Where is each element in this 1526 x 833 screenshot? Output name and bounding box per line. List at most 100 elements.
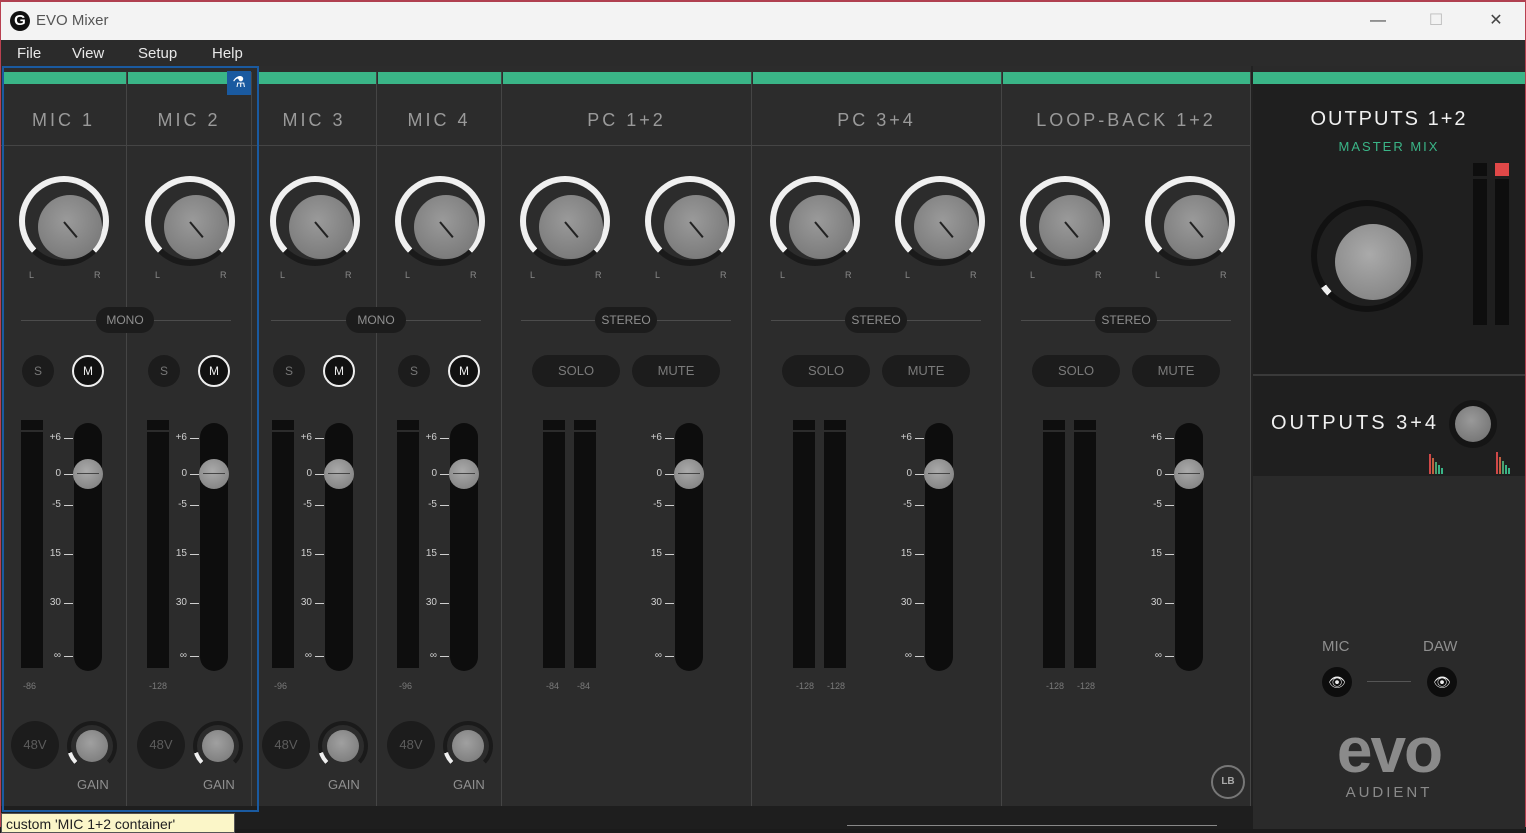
fader-scale-label: 30 (650, 597, 662, 608)
fader-knob[interactable] (324, 459, 354, 489)
mode-badge[interactable]: STEREO (1095, 307, 1157, 333)
mute-button[interactable]: M (198, 355, 230, 387)
pan-knob[interactable] (645, 176, 735, 266)
minimize-button[interactable]: — (1355, 8, 1401, 34)
mode-badge[interactable]: MONO (346, 307, 406, 333)
fader-tick (665, 505, 674, 506)
menu-bar: File View Setup Help (1, 40, 1525, 66)
gain-knob[interactable] (67, 721, 117, 771)
fader-tick (665, 438, 674, 439)
fader-knob[interactable] (1174, 459, 1204, 489)
mode-badge[interactable]: MONO (96, 307, 154, 333)
fader-scale-label: ∞ (1154, 650, 1162, 661)
solo-button[interactable]: SOLO (532, 355, 620, 387)
outputs-group-bar (1253, 72, 1525, 84)
solo-button[interactable]: SOLO (1032, 355, 1120, 387)
gain-knob[interactable] (318, 721, 368, 771)
fader-tick (665, 474, 674, 475)
fader-tick (315, 474, 324, 475)
phantom-power-button[interactable]: 48V (262, 721, 310, 769)
fader-tick (1165, 438, 1174, 439)
mute-button[interactable]: MUTE (632, 355, 720, 387)
solo-button[interactable]: S (273, 355, 305, 387)
mode-badge[interactable]: STEREO (845, 307, 907, 333)
pan-knob[interactable] (895, 176, 985, 266)
channel-name: MIC 2 (127, 94, 251, 146)
pan-right-label: R (970, 270, 977, 280)
fader-knob[interactable] (73, 459, 103, 489)
flask-icon[interactable]: ⚗ (227, 71, 251, 95)
phantom-power-button[interactable]: 48V (137, 721, 185, 769)
pan-knob[interactable] (1020, 176, 1110, 266)
fader-scale-label: 15 (425, 548, 437, 559)
pan-right-label: R (1220, 270, 1227, 280)
maximize-button[interactable]: ☐ (1413, 8, 1459, 34)
pan-knob[interactable] (19, 176, 109, 266)
pan-knob[interactable] (395, 176, 485, 266)
fader-knob[interactable] (449, 459, 479, 489)
menu-help[interactable]: Help (212, 45, 243, 62)
mute-button[interactable]: M (448, 355, 480, 387)
fader-scale-label: 30 (300, 597, 312, 608)
menu-setup[interactable]: Setup (138, 45, 177, 62)
pan-knob[interactable] (520, 176, 610, 266)
mute-button[interactable]: M (323, 355, 355, 387)
channel-name: LOOP-BACK 1+2 (1002, 94, 1250, 146)
channel-name: PC 1+2 (502, 94, 751, 146)
phantom-power-button[interactable]: 48V (387, 721, 435, 769)
window-title: EVO Mixer (36, 12, 109, 29)
channel-strip: MIC 1 L R S M +6 0 -5 15 30 ∞ -86 48V GAIN (1, 72, 127, 806)
fader-scale-label: -5 (178, 499, 187, 510)
ghost-underline (847, 825, 1217, 829)
loopback-sync-icon[interactable]: LB (1211, 765, 1245, 799)
fader-tick (190, 554, 199, 555)
fader-scale-label: 30 (49, 597, 61, 608)
fader-tick (915, 656, 924, 657)
phantom-power-button[interactable]: 48V (11, 721, 59, 769)
fader-tick (440, 554, 449, 555)
fader-scale-label: 30 (175, 597, 187, 608)
output-meter-left (1473, 179, 1487, 325)
level-meter (147, 420, 169, 668)
gain-knob[interactable] (193, 721, 243, 771)
pan-right-label: R (94, 270, 101, 280)
fader-knob[interactable] (924, 459, 954, 489)
mic-eye-icon[interactable]: 👁 (1322, 667, 1352, 697)
daw-eye-icon[interactable]: 👁 (1427, 667, 1457, 697)
fader-scale-label: 30 (425, 597, 437, 608)
pan-knob[interactable] (270, 176, 360, 266)
pan-knob[interactable] (145, 176, 235, 266)
menu-file[interactable]: File (17, 45, 41, 62)
gain-knob[interactable] (443, 721, 493, 771)
solo-button[interactable]: S (148, 355, 180, 387)
solo-button[interactable]: S (398, 355, 430, 387)
pan-knob[interactable] (1145, 176, 1235, 266)
fader-scale-label: 0 (431, 468, 437, 479)
fader-scale-label: +6 (1150, 432, 1162, 443)
pan-knob[interactable] (770, 176, 860, 266)
fader-tick (440, 603, 449, 604)
menu-view[interactable]: View (72, 45, 104, 62)
solo-button[interactable]: S (22, 355, 54, 387)
fader-scale-label: -5 (1153, 499, 1162, 510)
fader-scale-label: 15 (650, 548, 662, 559)
mode-badge[interactable]: STEREO (595, 307, 657, 333)
close-button[interactable]: ✕ (1473, 8, 1519, 34)
outputs-3-4-volume-knob[interactable] (1449, 400, 1497, 448)
pan-left-label: L (1030, 270, 1036, 280)
gain-label: GAIN (77, 777, 109, 792)
pan-left-label: L (29, 270, 35, 280)
master-mix-label: MASTER MIX (1338, 139, 1440, 154)
tooltip: custom 'MIC 1+2 container' (1, 813, 235, 833)
master-volume-knob[interactable] (1311, 200, 1423, 312)
pan-right-label: R (720, 270, 727, 280)
mute-button[interactable]: MUTE (882, 355, 970, 387)
mute-button[interactable]: M (72, 355, 104, 387)
fader-knob[interactable] (674, 459, 704, 489)
solo-button[interactable]: SOLO (782, 355, 870, 387)
gain-label: GAIN (328, 777, 360, 792)
mute-button[interactable]: MUTE (1132, 355, 1220, 387)
fader-tick (1165, 505, 1174, 506)
mic-daw-link (1367, 681, 1411, 682)
fader-knob[interactable] (199, 459, 229, 489)
